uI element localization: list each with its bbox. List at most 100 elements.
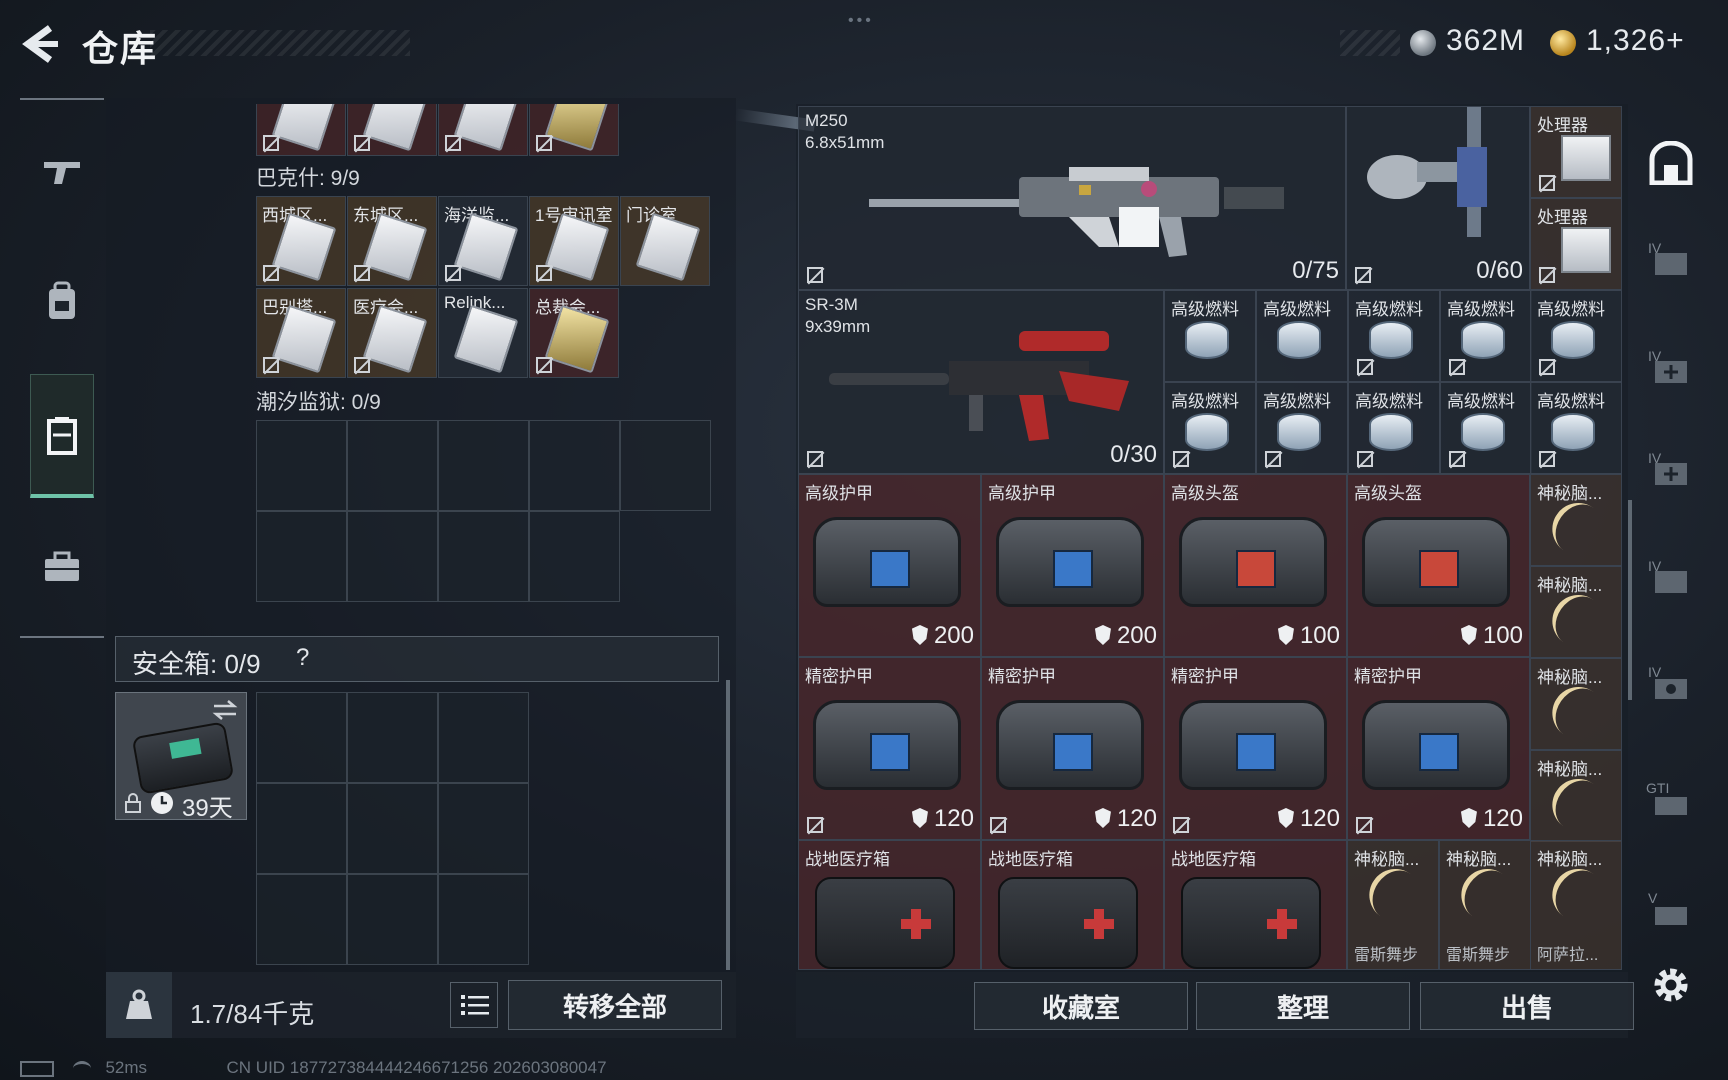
item-mystery-brain[interactable]: 神秘脑... 雷斯舞步	[1439, 840, 1531, 970]
rail-case[interactable]	[30, 512, 94, 622]
unbound-icon	[1539, 267, 1555, 283]
keycard-item[interactable]	[438, 104, 528, 156]
item-fuel[interactable]: 高级燃料	[1256, 382, 1348, 474]
empty-slot[interactable]	[620, 420, 711, 511]
keycard-item[interactable]	[347, 104, 437, 156]
item-fuel[interactable]: 高级燃料	[1530, 290, 1622, 382]
empty-slot[interactable]	[256, 692, 347, 783]
empty-slot[interactable]	[347, 692, 438, 783]
item-fuel[interactable]: 高级燃料	[1164, 382, 1256, 474]
item-mystery-brain[interactable]: 神秘脑...	[1530, 566, 1622, 658]
currency-gold[interactable]: 1,326+	[1586, 24, 1685, 58]
rail-tab-gti[interactable]: GTI	[1644, 776, 1698, 830]
durability-value: 100	[1299, 622, 1340, 649]
collection-room-button[interactable]: 收藏室	[974, 982, 1188, 1030]
item-fuel[interactable]: 高级燃料	[1440, 382, 1532, 474]
item-precise-armor[interactable]: 精密护甲 120	[981, 657, 1164, 840]
rail-tab-iv-4[interactable]: IV	[1644, 554, 1698, 608]
list-view-button[interactable]	[450, 982, 498, 1028]
empty-slot[interactable]	[529, 511, 620, 602]
keycard-item[interactable]: 东城区...	[347, 196, 437, 286]
rail-storage[interactable]	[30, 374, 94, 498]
item-precise-armor[interactable]: 精密护甲 120	[798, 657, 981, 840]
keycard-item[interactable]	[529, 104, 619, 156]
keycard-item[interactable]: 1号审讯室	[529, 196, 619, 286]
empty-slot[interactable]	[438, 511, 529, 602]
currency-silver[interactable]: 362M	[1446, 24, 1525, 58]
empty-slot[interactable]	[256, 874, 347, 965]
item-precise-armor[interactable]: 精密护甲 120	[1164, 657, 1347, 840]
keycard-item[interactable]	[256, 104, 346, 156]
keycard-item[interactable]: 总裁会...	[529, 288, 619, 378]
item-mystery-brain[interactable]: 神秘脑... 阿萨拉...	[1530, 840, 1622, 970]
item-medkit[interactable]: 战地医疗箱	[1164, 840, 1347, 970]
item-mystery-brain[interactable]: 神秘脑...	[1530, 750, 1622, 842]
unbound-icon	[263, 357, 279, 373]
item-processor[interactable]: 处理器	[1530, 106, 1622, 198]
item-count: 0/75	[1292, 257, 1339, 284]
empty-slot[interactable]	[347, 420, 438, 511]
item-mystery-brain[interactable]: 神秘脑...	[1530, 658, 1622, 750]
keycard-item[interactable]: 西城区...	[256, 196, 346, 286]
settings-button[interactable]	[1646, 960, 1696, 1010]
rail-weapons[interactable]	[30, 116, 94, 226]
unbound-icon	[1356, 817, 1372, 833]
empty-slot[interactable]	[347, 874, 438, 965]
drag-handle[interactable]: •••	[848, 12, 874, 30]
item-mystery-brain[interactable]: 神秘脑...	[1530, 474, 1622, 566]
item-mystery-brain[interactable]: 神秘脑... 雷斯舞步	[1347, 840, 1439, 970]
empty-slot[interactable]	[256, 420, 347, 511]
empty-slot[interactable]	[347, 783, 438, 874]
rail-tab-v[interactable]: V	[1644, 886, 1698, 940]
keycard-item[interactable]: 巴别塔...	[256, 288, 346, 378]
item-name: 精密护甲	[1171, 667, 1239, 686]
empty-slot[interactable]	[438, 874, 529, 965]
item-helmet[interactable]: 高级头盔 100	[1164, 474, 1347, 657]
empty-slot[interactable]	[529, 420, 620, 511]
empty-slot[interactable]	[256, 783, 347, 874]
empty-slot[interactable]	[256, 511, 347, 602]
sell-button[interactable]: 出售	[1420, 982, 1634, 1030]
rail-tab-iv-5[interactable]: IV	[1644, 660, 1698, 714]
keycard-item[interactable]: 海洋监...	[438, 196, 528, 286]
item-precise-armor[interactable]: 精密护甲 120	[1347, 657, 1530, 840]
rail-storage-tab[interactable]	[1644, 136, 1698, 190]
item-fuel[interactable]: 高级燃料	[1348, 290, 1440, 382]
item-processor[interactable]: 处理器	[1530, 198, 1622, 290]
item-armor[interactable]: 高级护甲 200	[798, 474, 981, 657]
rail-tab-iv-1[interactable]: IV	[1644, 236, 1698, 290]
empty-slot[interactable]	[438, 783, 529, 874]
organize-button[interactable]: 整理	[1196, 982, 1410, 1030]
scrollbar[interactable]	[726, 680, 730, 970]
item-m250[interactable]: M250 6.8x51mm 0/75	[798, 106, 1346, 290]
scrollbar[interactable]	[1628, 500, 1632, 700]
item-helmet[interactable]: 高级头盔 100	[1347, 474, 1530, 657]
item-fuel[interactable]: 高级燃料	[1164, 290, 1256, 382]
item-medkit[interactable]: 战地医疗箱	[798, 840, 981, 970]
item-name: 神秘脑...	[1537, 668, 1603, 687]
item-armor[interactable]: 高级护甲 200	[981, 474, 1164, 657]
item-medkit[interactable]: 战地医疗箱	[981, 840, 1164, 970]
rail-tab-iv-2[interactable]: IV	[1644, 344, 1698, 398]
empty-slot[interactable]	[347, 511, 438, 602]
item-fuel[interactable]: 高级燃料	[1348, 382, 1440, 474]
rail-backpack[interactable]	[30, 246, 94, 356]
item-fuel[interactable]: 高级燃料	[1530, 382, 1622, 474]
empty-slot[interactable]	[438, 692, 529, 783]
item-magazine[interactable]: 0/60	[1346, 106, 1530, 290]
back-arrow-icon[interactable]	[18, 22, 60, 66]
keycard-item[interactable]: 门诊室	[620, 196, 710, 286]
unbound-icon	[807, 817, 823, 833]
item-fuel[interactable]: 高级燃料	[1440, 290, 1532, 382]
transfer-all-button[interactable]: 转移全部	[508, 980, 722, 1030]
keycard-item[interactable]: Relink...	[438, 288, 528, 378]
gun-icon	[44, 162, 80, 184]
rail-tab-iv-3[interactable]: IV	[1644, 446, 1698, 500]
fuel-can-icon	[1551, 321, 1595, 359]
keycard-item[interactable]: 医疗会...	[347, 288, 437, 378]
item-name: M250	[805, 111, 848, 130]
empty-slot[interactable]	[438, 420, 529, 511]
help-button[interactable]: ?	[296, 644, 309, 672]
item-fuel[interactable]: 高级燃料	[1256, 290, 1348, 382]
item-sr3m[interactable]: SR-3M 9x39mm 0/30	[798, 290, 1164, 474]
